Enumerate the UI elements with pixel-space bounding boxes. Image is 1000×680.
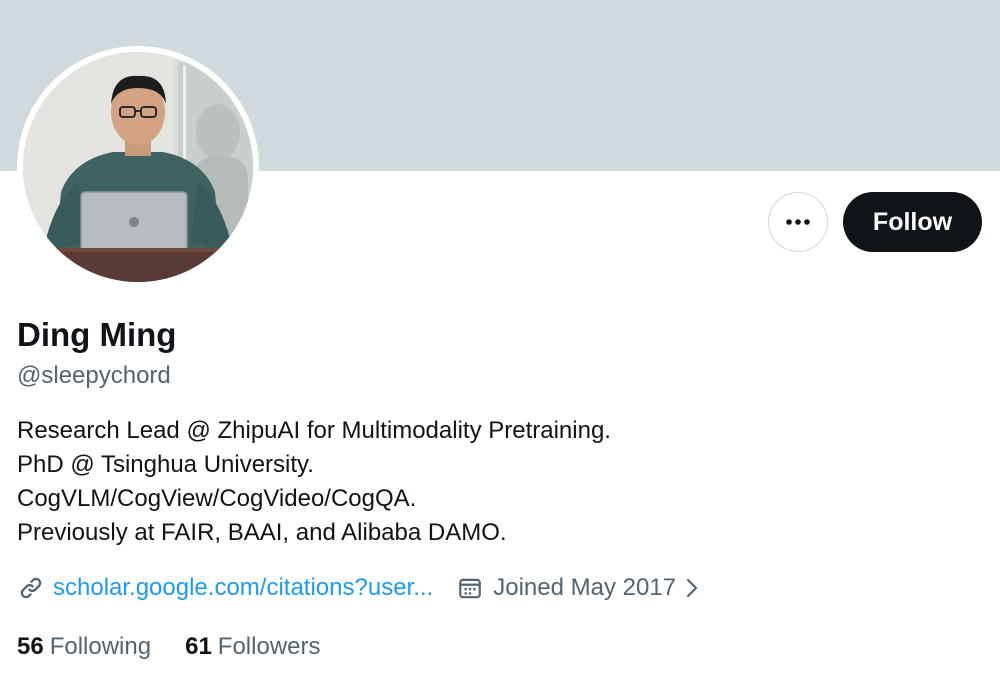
followers-label: Followers	[217, 633, 321, 660]
followers-count: 61	[185, 633, 212, 660]
bio-line: PhD @ Tsinghua University.	[17, 451, 314, 478]
follow-stats: 56 Following 61 Followers	[17, 630, 321, 664]
more-options-button[interactable]	[768, 192, 828, 252]
bio-line: Previously at FAIR, BAAI, and Alibaba DA…	[17, 519, 507, 546]
bio-line: CogVLM/CogView/CogVideo/CogQA.	[17, 485, 417, 512]
website-link[interactable]: scholar.google.com/citations?user...	[53, 574, 433, 602]
chevron-right-icon[interactable]	[684, 576, 700, 600]
display-name: Ding Ming	[17, 316, 177, 353]
avatar-photo	[23, 52, 253, 282]
link-icon	[17, 574, 45, 602]
avatar[interactable]	[23, 52, 253, 282]
bio-line: Research Lead @ ZhipuAI for Multimodalit…	[17, 417, 611, 444]
profile-meta: scholar.google.com/citations?user... Joi…	[17, 570, 700, 606]
following-label: Following	[49, 633, 152, 660]
more-dots-icon	[786, 219, 810, 225]
joined-date: Joined May 2017	[493, 574, 677, 601]
profile-bio: Research Lead @ ZhipuAI for Multimodalit…	[17, 414, 917, 550]
following-stat[interactable]: 56 Following	[17, 633, 151, 661]
calendar-icon	[457, 575, 483, 601]
user-handle: @sleepychord	[17, 362, 171, 389]
follow-button[interactable]: Follow	[843, 192, 982, 252]
followers-stat[interactable]: 61 Followers	[185, 633, 320, 661]
following-count: 56	[17, 633, 44, 660]
profile-page: Follow Ding Ming @sleepychord Research L…	[0, 0, 1000, 680]
